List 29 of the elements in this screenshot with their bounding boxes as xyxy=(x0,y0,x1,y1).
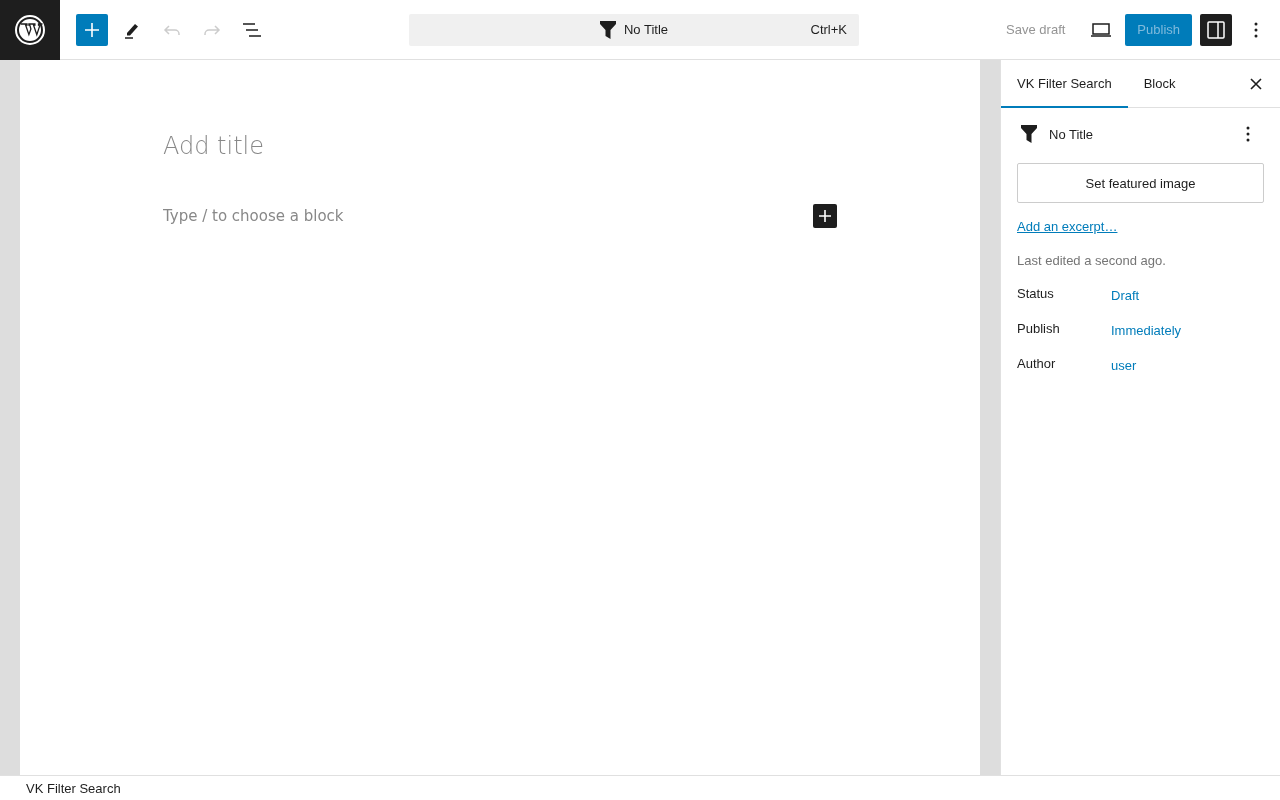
field-label: Publish xyxy=(1017,321,1061,338)
breadcrumb[interactable]: VK Filter Search xyxy=(26,780,121,796)
sidebar-panel-icon xyxy=(1207,20,1225,39)
set-featured-image-button[interactable]: Set featured image xyxy=(1017,163,1264,203)
field-value-link[interactable]: Draft xyxy=(1111,288,1140,303)
funnel-icon xyxy=(1021,125,1037,143)
field-value-link[interactable]: user xyxy=(1111,358,1137,373)
plus-icon xyxy=(819,210,831,222)
field-label: Author xyxy=(1017,356,1057,373)
save-draft-button[interactable]: Save draft xyxy=(994,13,1078,46)
last-edited-text: Last edited a second ago. xyxy=(1017,253,1167,268)
laptop-icon xyxy=(1090,22,1113,37)
add-excerpt-link[interactable]: Add an excerpt… xyxy=(1017,219,1118,234)
wordpress-logo[interactable] xyxy=(0,0,60,60)
close-icon xyxy=(1250,77,1262,90)
command-palette-button[interactable]: No Title Ctrl+K xyxy=(409,13,859,46)
sidebar-tab[interactable]: VK Filter Search xyxy=(1001,60,1128,108)
post-title: No Title xyxy=(1049,126,1094,142)
add-block-button[interactable] xyxy=(76,13,108,46)
list-view-icon xyxy=(242,22,262,37)
funnel-icon xyxy=(599,20,616,39)
sidebar-tab[interactable]: Block xyxy=(1127,60,1192,108)
more-options-icon xyxy=(1254,21,1258,38)
settings-toggle-button[interactable] xyxy=(1200,13,1232,46)
inserter-button[interactable] xyxy=(813,204,837,228)
field-label: Status xyxy=(1017,286,1055,303)
more-options-icon xyxy=(1246,126,1250,142)
field-value-link[interactable]: Immediately xyxy=(1111,323,1182,338)
plus-icon xyxy=(85,22,99,37)
